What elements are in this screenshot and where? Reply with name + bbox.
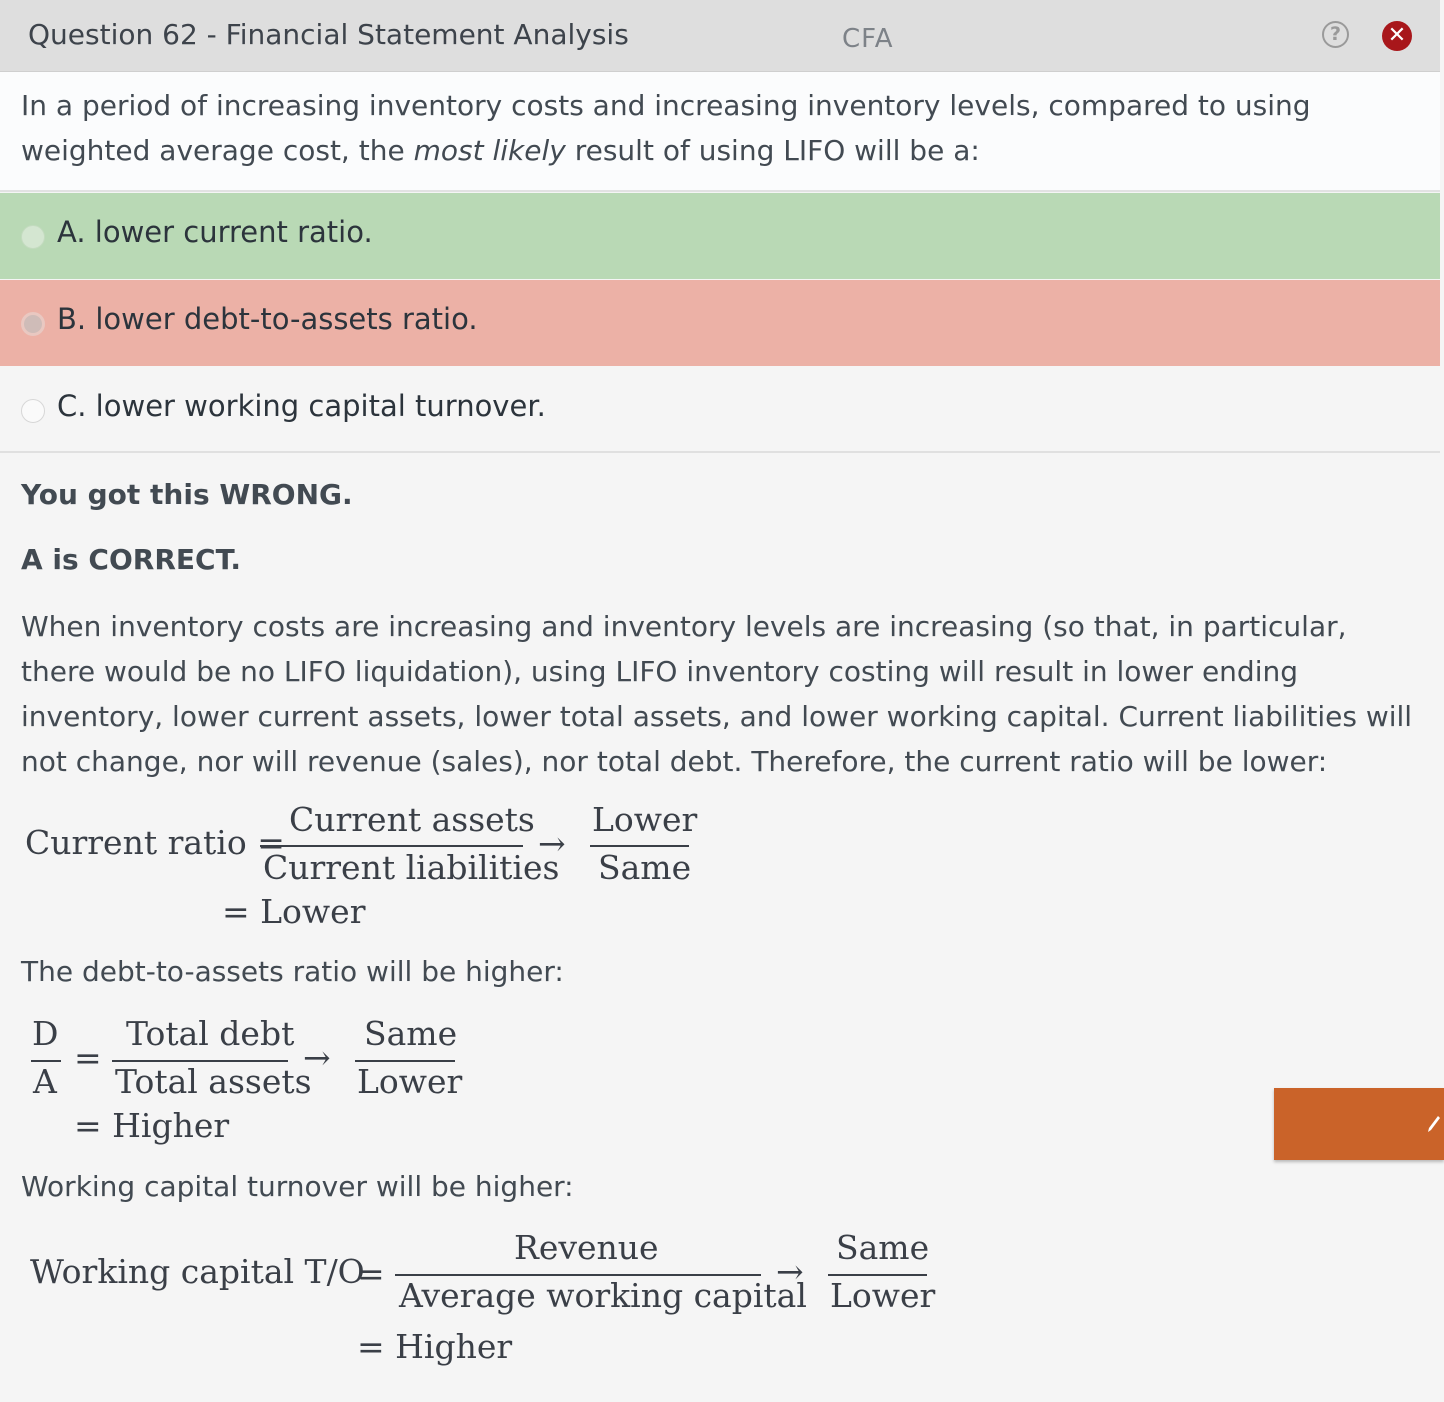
result-text: You got this WRONG. — [21, 478, 353, 511]
question-header: Question 62 - Financial Statement Analys… — [0, 0, 1440, 72]
debt-ratio-result: = Higher — [74, 1106, 230, 1145]
option-a[interactable]: A. lower current ratio. — [0, 193, 1440, 279]
current-ratio-denominator: Current liabilities — [263, 848, 560, 887]
current-ratio-result: = Lower — [222, 892, 366, 931]
current-ratio-numerator: Current assets — [289, 800, 535, 839]
close-icon[interactable]: ✕ — [1382, 21, 1412, 51]
debt-numerator: Total debt — [126, 1014, 295, 1053]
question-emphasis: most likely — [413, 134, 566, 167]
debt-denominator-effect: Lower — [357, 1062, 463, 1101]
debt-ratio-intro: The debt-to-assets ratio will be higher: — [21, 955, 564, 988]
debt-lhs-denominator: A — [33, 1062, 57, 1101]
wc-denominator: Average working capital — [399, 1276, 807, 1315]
wc-turnover-result: = Higher — [357, 1327, 513, 1366]
arrow-icon: → — [538, 824, 566, 863]
debt-numerator-effect: Same — [364, 1014, 458, 1053]
correct-answer-text: A is CORRECT. — [21, 543, 242, 576]
notes-tab-button[interactable] — [1274, 1088, 1444, 1160]
wc-denominator-effect: Lower — [830, 1276, 936, 1315]
option-b[interactable]: B. lower debt-to-assets ratio. — [0, 280, 1440, 366]
page-title: Question 62 - Financial Statement Analys… — [28, 18, 629, 51]
explanation-paragraph: When inventory costs are increasing and … — [21, 610, 1413, 778]
current-ratio-denominator-effect: Same — [598, 848, 692, 887]
wc-turnover-intro: Working capital turnover will be higher: — [21, 1170, 574, 1203]
equals-sign: = — [357, 1254, 385, 1293]
debt-denominator: Total assets — [115, 1062, 312, 1101]
debt-lhs-numerator: D — [32, 1014, 59, 1053]
option-a-radio[interactable] — [21, 225, 45, 249]
question-stem: In a period of increasing inventory cost… — [0, 72, 1440, 192]
help-icon[interactable]: ? — [1322, 21, 1349, 48]
equals-sign: = — [74, 1038, 102, 1077]
wc-numerator: Revenue — [514, 1228, 659, 1267]
fraction-bar — [260, 845, 523, 847]
question-text: In a period of increasing inventory cost… — [21, 89, 1311, 167]
pencil-icon — [1428, 1116, 1440, 1132]
arrow-icon: → — [303, 1038, 331, 1077]
option-c-label: C. lower working capital turnover. — [57, 389, 546, 423]
option-c-radio[interactable] — [21, 399, 45, 423]
option-c[interactable]: C. lower working capital turnover. — [0, 367, 1440, 453]
exam-tag: CFA — [842, 24, 894, 54]
fraction-bar — [590, 845, 689, 847]
current-ratio-lhs: Current ratio = — [25, 823, 285, 862]
wc-numerator-effect: Same — [836, 1228, 930, 1267]
option-a-label: A. lower current ratio. — [57, 215, 373, 249]
current-ratio-numerator-effect: Lower — [592, 800, 698, 839]
option-b-radio[interactable] — [21, 312, 45, 336]
option-b-label: B. lower debt-to-assets ratio. — [57, 302, 478, 336]
arrow-icon: → — [776, 1252, 804, 1291]
wc-lhs: Working capital T/O — [30, 1252, 365, 1291]
